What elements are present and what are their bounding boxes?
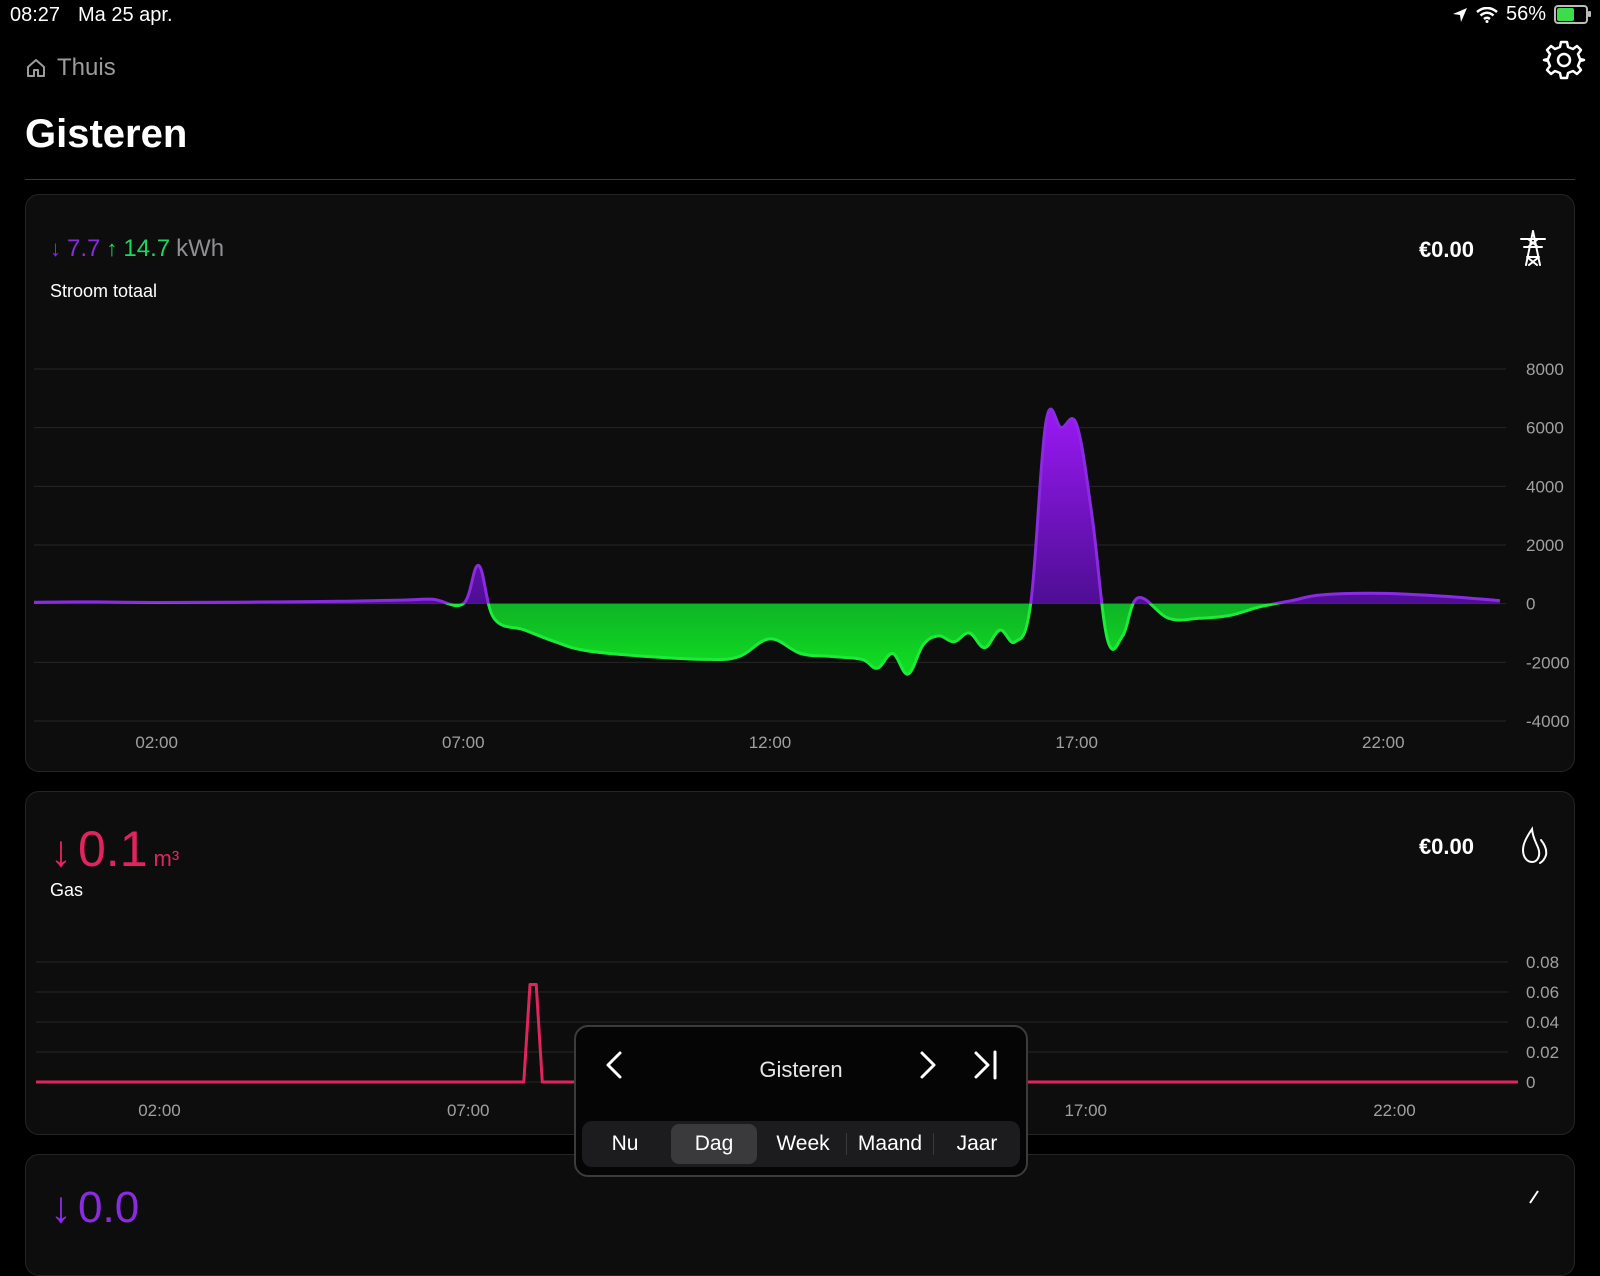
export-area bbox=[34, 603, 1500, 675]
third-arrow-icon: ↓ bbox=[50, 1183, 72, 1232]
y-tick-label: -2000 bbox=[1526, 653, 1569, 672]
location-arrow-icon bbox=[1452, 7, 1467, 22]
skip-to-end-icon[interactable] bbox=[968, 1047, 1004, 1083]
page-title: Gisteren bbox=[25, 112, 188, 156]
battery-percent: 56% bbox=[1505, 3, 1546, 25]
period-picker: Gisteren Nu Dag Week Maand Jaar bbox=[574, 1025, 1028, 1177]
divider bbox=[25, 179, 1575, 180]
x-tick-label: 12:00 bbox=[749, 733, 792, 752]
battery-icon bbox=[1554, 5, 1591, 24]
y-tick-label: 2000 bbox=[1526, 536, 1564, 555]
breadcrumb[interactable]: Thuis bbox=[25, 54, 116, 82]
segment-jaar[interactable]: Jaar bbox=[934, 1121, 1020, 1167]
status-right: 56% bbox=[1452, 3, 1591, 26]
y-tick-label: 0.02 bbox=[1526, 1043, 1559, 1062]
x-tick-label: 22:00 bbox=[1373, 1101, 1416, 1120]
y-tick-label: 4000 bbox=[1526, 477, 1564, 496]
y-tick-label: 8000 bbox=[1526, 360, 1564, 379]
x-tick-label: 22:00 bbox=[1362, 733, 1405, 752]
y-tick-label: 0.08 bbox=[1526, 953, 1559, 972]
y-tick-label: 0 bbox=[1526, 595, 1535, 614]
segment-maand[interactable]: Maand bbox=[847, 1121, 933, 1167]
power-chart: 8000 6000 4000 2000 0 -2000 -4000 02:00 07:00 12:… bbox=[33, 360, 1569, 752]
segment-nu[interactable]: Nu bbox=[582, 1121, 668, 1167]
status-date: Ma 25 apr. bbox=[78, 4, 173, 26]
third-card-icon bbox=[1529, 1190, 1539, 1204]
x-tick-label: 02:00 bbox=[138, 1101, 181, 1120]
third-summary: ↓ 0.0 bbox=[50, 1183, 139, 1233]
x-tick-label: 17:00 bbox=[1055, 733, 1098, 752]
x-tick-label: 17:00 bbox=[1064, 1101, 1107, 1120]
status-bar: 08:27 Ma 25 apr. 56% bbox=[0, 0, 1600, 30]
y-tick-label: 0 bbox=[1526, 1073, 1535, 1092]
segment-dag[interactable]: Dag bbox=[671, 1124, 757, 1164]
home-icon bbox=[27, 59, 45, 77]
period-segmented-control: Nu Dag Week Maand Jaar bbox=[582, 1121, 1020, 1167]
y-tick-label: 6000 bbox=[1526, 419, 1564, 438]
breadcrumb-label: Thuis bbox=[57, 54, 116, 81]
wifi-icon bbox=[1476, 6, 1498, 23]
y-tick-label: 0.04 bbox=[1526, 1013, 1559, 1032]
x-tick-label: 07:00 bbox=[447, 1101, 490, 1120]
x-tick-label: 02:00 bbox=[135, 733, 178, 752]
y-tick-label: 0.06 bbox=[1526, 983, 1559, 1002]
power-card[interactable]: ↓ 7.7 ↑ 14.7 kWh Stroom totaal €0.00 800… bbox=[25, 194, 1575, 772]
y-tick-label: -4000 bbox=[1526, 712, 1569, 731]
period-label: Gisteren bbox=[759, 1057, 843, 1082]
x-tick-label: 07:00 bbox=[442, 733, 485, 752]
segment-week[interactable]: Week bbox=[760, 1121, 846, 1167]
third-value: 0.0 bbox=[78, 1183, 140, 1232]
status-time: 08:27 bbox=[10, 4, 61, 26]
chevron-right-icon[interactable] bbox=[910, 1047, 946, 1083]
gear-icon[interactable] bbox=[1542, 38, 1586, 82]
